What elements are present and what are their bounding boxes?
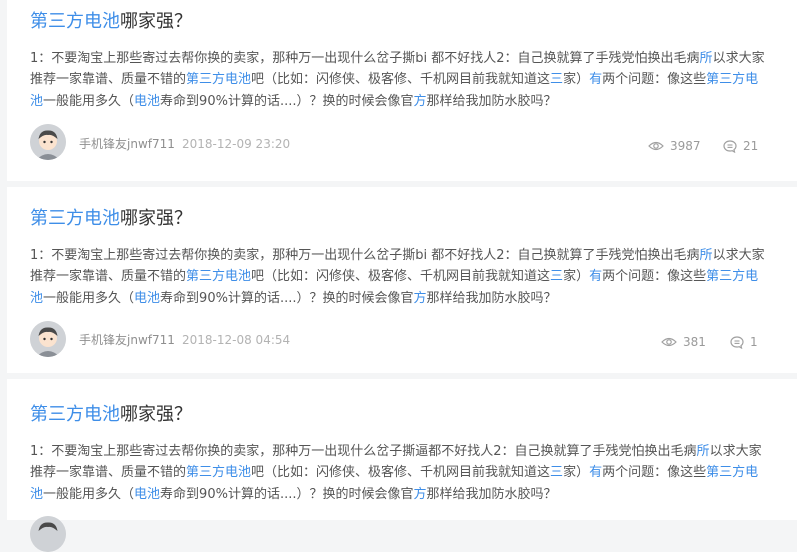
excerpt-keyword: 有 xyxy=(589,72,603,88)
excerpt-text: 寿命到90%计算的话....）？换的时候会像官 xyxy=(160,486,414,502)
excerpt-text: 1：不要淘宝上那些寄过去帮你换的卖家，那种万一出现什么岔子撕bi 都不好找人2：… xyxy=(30,248,700,263)
user-avatar[interactable] xyxy=(30,124,66,160)
excerpt-text: 两个问题：像这些 xyxy=(602,72,707,88)
excerpt-keyword: 所 xyxy=(696,444,710,459)
comment-count-value: 1 xyxy=(750,335,758,349)
excerpt-keyword: 有 xyxy=(589,269,603,285)
comment-icon xyxy=(730,335,744,349)
excerpt-keyword: 三 xyxy=(550,72,564,88)
comment-count[interactable]: 1 xyxy=(730,334,758,350)
excerpt-keyword: 第三方电池 xyxy=(186,465,252,481)
excerpt-text: 家） xyxy=(563,72,590,88)
post-card[interactable]: 第三方电池哪家强？ 1：不要淘宝上那些寄过去帮你换的卖家，那种万一出现什么岔子撕… xyxy=(7,187,797,373)
excerpt-text: 吧（比如：闪修侠、极客修、千机网目前我就知道这 xyxy=(251,72,551,88)
excerpt-text: 家） xyxy=(563,465,590,481)
post-title-text[interactable]: 哪家强？ xyxy=(120,11,192,32)
excerpt-keyword: 第三方电池 xyxy=(186,72,252,88)
excerpt-keyword: 有 xyxy=(589,465,603,481)
post-title-highlight[interactable]: 第三方电池 xyxy=(30,208,120,229)
post-excerpt: 1：不要淘宝上那些寄过去帮你换的卖家，那种万一出现什么岔子撕bi 都不好找人2：… xyxy=(30,48,765,112)
post-title-highlight[interactable]: 第三方电池 xyxy=(30,11,120,32)
eye-icon xyxy=(648,140,664,152)
excerpt-keyword: 所 xyxy=(699,51,713,66)
user-avatar[interactable] xyxy=(30,516,66,552)
post-title-highlight[interactable]: 第三方电池 xyxy=(30,404,120,425)
excerpt-keyword: 三 xyxy=(550,465,564,481)
excerpt-text: 寿命到90%计算的话....）？换的时候会像官 xyxy=(160,290,414,306)
excerpt-text: 那样给我加防水胶吗？ xyxy=(426,93,557,109)
view-count-value: 3987 xyxy=(670,139,701,153)
excerpt-text: 1：不要淘宝上那些寄过去帮你换的卖家，那种万一出现什么岔子撕bi 都不好找人2：… xyxy=(30,51,700,66)
post-title[interactable]: 第三方电池哪家强？ xyxy=(30,207,192,231)
post-card[interactable]: 第三方电池哪家强？ 1：不要淘宝上那些寄过去帮你换的卖家，那种万一出现什么岔子撕… xyxy=(7,379,797,552)
excerpt-text: 寿命到90%计算的话....）？换的时候会像官 xyxy=(160,93,414,109)
excerpt-text: 一般能用多久（ xyxy=(43,486,135,502)
eye-icon xyxy=(661,336,677,348)
post-author[interactable]: 手机锋友jnwf711 xyxy=(79,332,175,348)
excerpt-text: 家） xyxy=(563,269,590,285)
view-count-value: 381 xyxy=(683,335,706,349)
view-count: 3987 xyxy=(648,138,701,154)
post-excerpt: 1：不要淘宝上那些寄过去帮你换的卖家，那种万一出现什么岔子撕逼都不好找人2：自己… xyxy=(30,441,765,505)
post-time: 2018-12-09 23:20 xyxy=(182,137,291,151)
comment-count[interactable]: 21 xyxy=(723,138,758,154)
excerpt-text: 吧（比如：闪修侠、极客修、千机网目前我就知道这 xyxy=(251,269,551,285)
post-card[interactable]: 第三方电池哪家强？ 1：不要淘宝上那些寄过去帮你换的卖家，那种万一出现什么岔子撕… xyxy=(7,0,797,181)
excerpt-keyword: 方 xyxy=(413,486,427,502)
user-avatar[interactable] xyxy=(30,321,66,357)
comment-icon xyxy=(723,139,737,153)
excerpt-keyword: 第三方电池 xyxy=(186,269,252,285)
post-title[interactable]: 第三方电池哪家强？ xyxy=(30,403,192,427)
post-author[interactable]: 手机锋友jnwf711 xyxy=(79,136,175,152)
excerpt-text: 一般能用多久（ xyxy=(43,93,135,109)
excerpt-keyword: 电池 xyxy=(134,93,161,109)
excerpt-text: 两个问题：像这些 xyxy=(602,465,707,481)
excerpt-keyword: 方 xyxy=(413,93,427,109)
excerpt-text: 那样给我加防水胶吗？ xyxy=(426,486,557,502)
excerpt-keyword: 三 xyxy=(550,269,564,285)
post-excerpt: 1：不要淘宝上那些寄过去帮你换的卖家，那种万一出现什么岔子撕bi 都不好找人2：… xyxy=(30,245,765,309)
post-title-text[interactable]: 哪家强？ xyxy=(120,404,192,425)
post-title-text[interactable]: 哪家强？ xyxy=(120,208,192,229)
excerpt-keyword: 电池 xyxy=(134,290,161,306)
view-count: 381 xyxy=(661,334,706,350)
excerpt-text: 一般能用多久（ xyxy=(43,290,135,306)
excerpt-keyword: 所 xyxy=(699,248,713,263)
comment-count-value: 21 xyxy=(743,139,759,153)
post-time: 2018-12-08 04:54 xyxy=(182,333,291,347)
excerpt-keyword: 方 xyxy=(413,290,427,306)
excerpt-text: 两个问题：像这些 xyxy=(602,269,707,285)
excerpt-text: 吧（比如：闪修侠、极客修、千机网目前我就知道这 xyxy=(251,465,551,481)
post-title[interactable]: 第三方电池哪家强？ xyxy=(30,10,192,34)
excerpt-text: 1：不要淘宝上那些寄过去帮你换的卖家，那种万一出现什么岔子撕逼都不好找人2：自己… xyxy=(30,444,697,459)
excerpt-text: 那样给我加防水胶吗？ xyxy=(426,290,557,306)
excerpt-keyword: 电池 xyxy=(134,486,161,502)
